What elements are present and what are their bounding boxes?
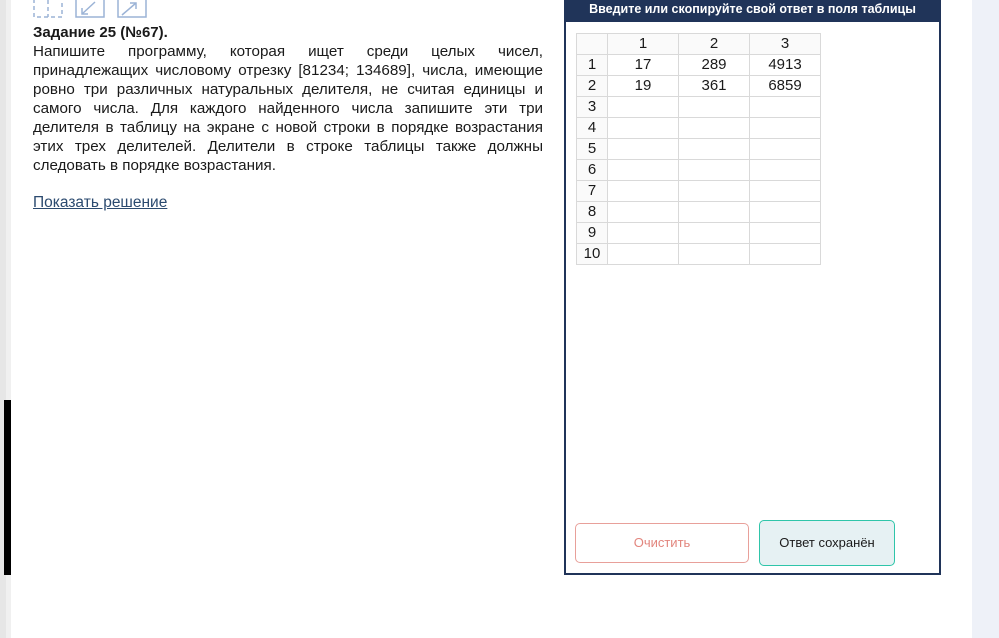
table-row: 8	[576, 201, 821, 223]
row-number: 4	[576, 117, 608, 139]
answer-cell[interactable]	[749, 138, 821, 160]
right-sidebar-strip	[972, 0, 999, 638]
column-header: 2	[678, 33, 750, 55]
table-row: 10	[576, 243, 821, 265]
row-number: 9	[576, 222, 608, 244]
answer-cell[interactable]	[678, 96, 750, 118]
answer-cell[interactable]: 289	[678, 54, 750, 76]
table-row: 5	[576, 138, 821, 160]
row-number: 3	[576, 96, 608, 118]
table-row: 7	[576, 180, 821, 202]
answer-cell[interactable]	[678, 180, 750, 202]
column-header: 1	[607, 33, 679, 55]
answer-cell[interactable]	[678, 222, 750, 244]
answer-panel: Введите или скопируйте свой ответ в поля…	[564, 0, 941, 575]
answer-cell[interactable]	[607, 222, 679, 244]
task-title: Задание 25 (№67).	[33, 24, 168, 41]
table-row: 4	[576, 117, 821, 139]
answer-cell[interactable]: 17	[607, 54, 679, 76]
answer-cell[interactable]	[607, 180, 679, 202]
answer-saved-button[interactable]: Ответ сохранён	[759, 520, 895, 566]
answer-cell[interactable]	[607, 96, 679, 118]
collapse-icon[interactable]	[117, 0, 147, 18]
table-row: 2 19 361 6859	[576, 75, 821, 97]
answer-cell[interactable]	[678, 243, 750, 265]
answer-cell[interactable]	[749, 201, 821, 223]
row-number: 1	[576, 54, 608, 76]
task-text: Напишите программу, которая ищет среди ц…	[33, 43, 543, 174]
answer-cell[interactable]	[607, 201, 679, 223]
answer-table: 1 2 3 1 17 289 4913 2 19 361 6859 3 4 5 6 7 8 9 10	[576, 33, 821, 265]
answer-cell[interactable]: 19	[607, 75, 679, 97]
answer-cell[interactable]	[749, 117, 821, 139]
answer-cell[interactable]	[607, 159, 679, 181]
answer-cell[interactable]	[678, 138, 750, 160]
table-row: 9	[576, 222, 821, 244]
window-restore-icon[interactable]	[33, 0, 63, 18]
show-solution-link[interactable]: Показать решение	[33, 194, 167, 212]
scroll-indicator	[4, 400, 11, 575]
table-row: 3	[576, 96, 821, 118]
answer-cell[interactable]	[749, 243, 821, 265]
answer-cell[interactable]	[749, 222, 821, 244]
row-number: 5	[576, 138, 608, 160]
row-number: 2	[576, 75, 608, 97]
table-corner-cell	[576, 33, 608, 55]
answer-cell[interactable]	[607, 138, 679, 160]
task-block: Задание 25 (№67). Напишите программу, ко…	[33, 23, 543, 175]
answer-cell[interactable]	[678, 159, 750, 181]
answer-cell[interactable]: 361	[678, 75, 750, 97]
answer-cell[interactable]	[749, 180, 821, 202]
answer-cell[interactable]	[607, 117, 679, 139]
table-header-row: 123	[576, 33, 821, 55]
row-number: 6	[576, 159, 608, 181]
column-header: 3	[749, 33, 821, 55]
answer-cell[interactable]	[678, 201, 750, 223]
answer-cell[interactable]: 6859	[749, 75, 821, 97]
answer-panel-header: Введите или скопируйте свой ответ в поля…	[566, 0, 939, 22]
table-row: 1 17 289 4913	[576, 54, 821, 76]
answer-cell[interactable]	[749, 96, 821, 118]
row-number: 7	[576, 180, 608, 202]
row-number: 10	[576, 243, 608, 265]
row-number: 8	[576, 201, 608, 223]
answer-cell[interactable]: 4913	[749, 54, 821, 76]
clear-button[interactable]: Очистить	[575, 523, 749, 563]
table-row: 6	[576, 159, 821, 181]
answer-cell[interactable]	[678, 117, 750, 139]
expand-icon[interactable]	[75, 0, 105, 18]
answer-cell[interactable]	[607, 243, 679, 265]
answer-cell[interactable]	[749, 159, 821, 181]
